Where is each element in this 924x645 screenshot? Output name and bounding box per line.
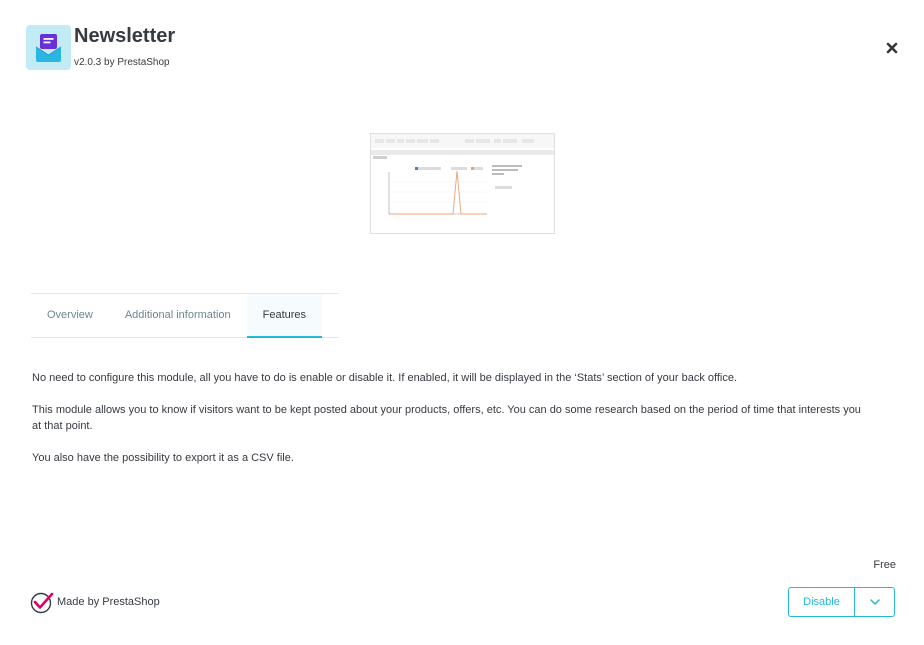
module-header: Newsletter v2.0.3 by PrestaShop <box>26 25 175 70</box>
actions-dropdown-toggle[interactable] <box>855 587 895 617</box>
envelope-icon <box>35 34 62 62</box>
chevron-down-icon <box>869 599 880 605</box>
tab-overview[interactable]: Overview <box>31 294 109 338</box>
prestashop-check-icon <box>30 592 54 614</box>
module-actions: Disable <box>788 587 895 617</box>
features-paragraph: This module allows you to know if visito… <box>32 404 861 432</box>
features-paragraph: You also have the possibility to export … <box>32 452 294 464</box>
tab-additional-information[interactable]: Additional information <box>109 294 247 338</box>
close-icon <box>886 42 898 54</box>
features-content: No need to configure this module, all yo… <box>32 370 872 482</box>
module-version: v2.0.3 by PrestaShop <box>74 57 170 68</box>
features-paragraph: No need to configure this module, all yo… <box>32 372 738 384</box>
module-screenshot[interactable] <box>370 133 555 234</box>
close-button[interactable] <box>884 40 900 56</box>
disable-button[interactable]: Disable <box>788 587 855 617</box>
stats-preview-image <box>371 134 554 215</box>
made-by-badge: Made by PrestaShop <box>30 590 160 614</box>
module-logo <box>26 25 71 70</box>
module-tabs: Overview Additional information Features <box>31 293 339 338</box>
price-label: Free <box>873 559 896 571</box>
tab-features[interactable]: Features <box>246 294 323 338</box>
module-title: Newsletter <box>74 25 176 47</box>
made-by-label: Made by PrestaShop <box>57 596 160 608</box>
